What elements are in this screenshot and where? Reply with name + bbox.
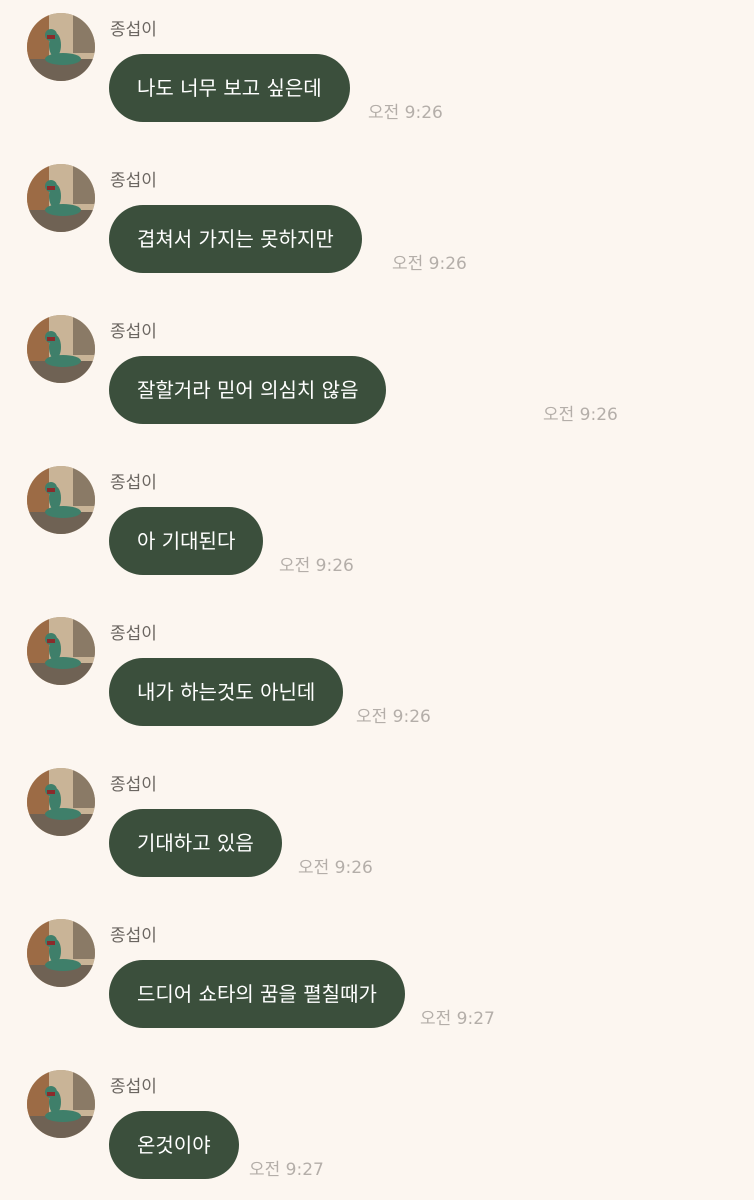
message-bubble[interactable]: 온것이야	[109, 1111, 239, 1179]
lizard-profile-photo-icon	[27, 617, 95, 685]
sender-name: 종섭이	[110, 473, 157, 493]
message-time: 오전 9:27	[420, 1009, 495, 1029]
avatar[interactable]	[27, 466, 95, 534]
lizard-profile-photo-icon	[27, 164, 95, 232]
avatar[interactable]	[27, 164, 95, 232]
message-time: 오전 9:26	[298, 858, 373, 878]
avatar[interactable]	[27, 768, 95, 836]
message-time: 오전 9:26	[392, 254, 467, 274]
message-time: 오전 9:26	[543, 405, 618, 425]
avatar[interactable]	[27, 919, 95, 987]
avatar[interactable]	[27, 13, 95, 81]
message-bubble[interactable]: 아 기대된다	[109, 507, 264, 575]
message-row: 종섭이 겹쳐서 가지는 못하지만 오전 9:26	[0, 151, 754, 301]
sender-name: 종섭이	[110, 20, 157, 40]
message-time: 오전 9:26	[356, 707, 431, 727]
sender-name: 종섭이	[110, 624, 157, 644]
avatar[interactable]	[27, 617, 95, 685]
sender-name: 종섭이	[110, 322, 157, 342]
lizard-profile-photo-icon	[27, 1070, 95, 1138]
message-bubble[interactable]: 내가 하는것도 아닌데	[109, 658, 344, 726]
lizard-profile-photo-icon	[27, 13, 95, 81]
lizard-profile-photo-icon	[27, 919, 95, 987]
sender-name: 종섭이	[110, 171, 157, 191]
avatar[interactable]	[27, 1070, 95, 1138]
message-row: 종섭이 온것이야 오전 9:27	[0, 1057, 754, 1200]
message-row: 종섭이 아 기대된다 오전 9:26	[0, 453, 754, 603]
message-row: 종섭이 기대하고 있음 오전 9:26	[0, 755, 754, 905]
lizard-profile-photo-icon	[27, 315, 95, 383]
lizard-profile-photo-icon	[27, 466, 95, 534]
sender-name: 종섭이	[110, 775, 157, 795]
lizard-profile-photo-icon	[27, 768, 95, 836]
message-time: 오전 9:27	[249, 1160, 324, 1180]
message-row: 종섭이 잘할거라 믿어 의심치 않음 오전 9:26	[0, 302, 754, 452]
sender-name: 종섭이	[110, 1077, 157, 1097]
message-bubble[interactable]: 나도 너무 보고 싶은데	[109, 54, 350, 122]
message-row: 종섭이 드디어 쇼타의 꿈을 펼칠때가 오전 9:27	[0, 906, 754, 1056]
avatar[interactable]	[27, 315, 95, 383]
message-bubble[interactable]: 잘할거라 믿어 의심치 않음	[109, 356, 387, 424]
message-bubble[interactable]: 겹쳐서 가지는 못하지만	[109, 205, 362, 273]
chat-message-list[interactable]: 종섭이 나도 너무 보고 싶은데 오전 9:26 종섭이 겹쳐서 가지는 못하지…	[0, 0, 754, 1200]
message-time: 오전 9:26	[279, 556, 354, 576]
message-bubble[interactable]: 기대하고 있음	[109, 809, 282, 877]
message-row: 종섭이 나도 너무 보고 싶은데 오전 9:26	[0, 0, 754, 150]
message-time: 오전 9:26	[368, 103, 443, 123]
message-row: 종섭이 내가 하는것도 아닌데 오전 9:26	[0, 604, 754, 754]
sender-name: 종섭이	[110, 926, 157, 946]
message-bubble[interactable]: 드디어 쇼타의 꿈을 펼칠때가	[109, 960, 405, 1028]
